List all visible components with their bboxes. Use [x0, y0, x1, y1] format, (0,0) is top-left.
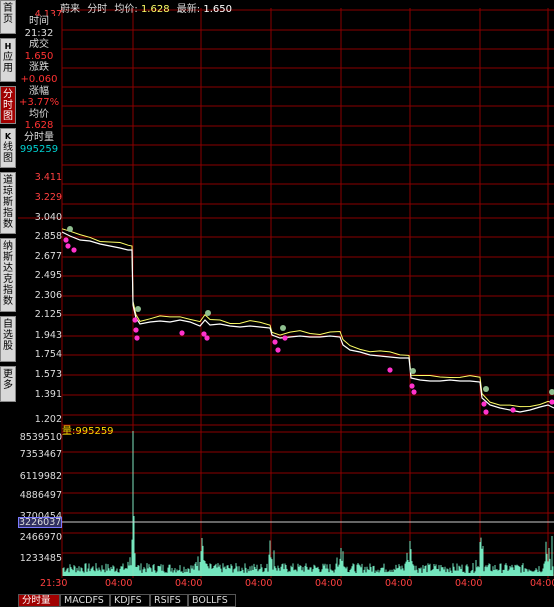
chart-canvas[interactable]: [0, 0, 554, 607]
trade-value: 1.650: [24, 50, 54, 62]
sidebar-item-more[interactable]: 更多: [0, 366, 16, 402]
change-value: +0.060: [20, 73, 58, 85]
volume-label: 分时量: [24, 131, 54, 143]
stock-name: 蔚来: [60, 4, 80, 15]
time-tick: 04:00: [385, 578, 413, 589]
sidebar-item-dow-jones[interactable]: 道琼斯指数: [0, 172, 16, 234]
volume-highlight-value: 3226037: [18, 517, 62, 528]
last-price-value: 1.650: [203, 4, 232, 15]
h-icon: H: [4, 42, 12, 51]
avg-price-value: 1.628: [140, 4, 170, 15]
quote-info-panel: 时间 21:32 成交 1.650 涨跌 +0.060 涨幅 +3.77% 均价…: [19, 16, 60, 156]
sidebar-item-apps[interactable]: H 应用: [0, 38, 16, 82]
avg-label: 均价: [29, 108, 49, 120]
price-tick: 1.943: [34, 330, 62, 341]
price-tick: 1.754: [34, 349, 62, 360]
time-tick: 04:00: [245, 578, 273, 589]
volume-title-value: 995259: [75, 426, 114, 437]
price-tick: 1.202: [34, 414, 62, 425]
pct-label: 涨幅: [29, 85, 49, 97]
price-tick: 2.125: [34, 309, 62, 320]
volume-tick: 4886497: [19, 490, 62, 501]
trade-label: 成交: [29, 39, 49, 51]
volume-value: 995259: [19, 143, 59, 155]
time-tick: 04:00: [530, 578, 554, 589]
sidebar-item-nasdaq[interactable]: 纳斯达克指数: [0, 238, 16, 312]
price-tick: 3.040: [34, 212, 62, 223]
volume-tick: 1233485: [19, 553, 62, 564]
price-tick: 2.858: [34, 231, 62, 242]
time-tick: 04:00: [105, 578, 133, 589]
volume-title: 量:995259: [62, 422, 114, 437]
price-tick: 2.677: [34, 251, 62, 262]
tab-kdj[interactable]: KDJFS: [110, 594, 150, 607]
tab-boll[interactable]: BOLLFS: [188, 594, 236, 607]
avg-value: 1.628: [24, 120, 54, 132]
time-label: 时间: [29, 16, 49, 27]
price-tick-hidden: 3.411: [34, 172, 62, 183]
chart-mode: 分时: [87, 4, 108, 15]
sidebar-item-kline[interactable]: K 线图: [0, 128, 16, 168]
volume-tick: 8539510: [19, 432, 62, 443]
price-tick: 1.573: [34, 369, 62, 380]
volume-tick: 7353467: [19, 449, 62, 460]
time-value: 21:32: [24, 27, 54, 39]
time-tick: 04:00: [455, 578, 483, 589]
price-tick: 1.391: [34, 389, 62, 400]
time-tick: 04:00: [175, 578, 203, 589]
chart-grid: [18, 8, 554, 578]
volume-tick: 2466970: [19, 532, 62, 543]
price-tick-hidden: 3.229: [34, 192, 62, 203]
tab-rsi[interactable]: RSIFS: [150, 594, 188, 607]
volume-title-prefix: 量:: [62, 426, 76, 437]
price-tick: 2.306: [34, 290, 62, 301]
change-label: 涨跌: [29, 62, 49, 74]
time-tick: 04:00: [315, 578, 343, 589]
k-icon: K: [4, 132, 12, 141]
last-price-label: 最新:: [176, 4, 201, 15]
time-tick: 21:30: [40, 578, 68, 589]
volume-tick: 6119982: [19, 471, 62, 482]
sidebar-item-watchlist[interactable]: 自选股: [0, 316, 16, 362]
tab-macd[interactable]: MACDFS: [60, 594, 110, 607]
pct-value: +3.77%: [19, 97, 60, 109]
avg-price-label: 均价:: [114, 4, 138, 15]
price-tick: 2.495: [34, 270, 62, 281]
sidebar-item-intraday[interactable]: 分时图: [0, 86, 16, 124]
sidebar: 首页 H 应用 分时图 K 线图 道琼斯指数 纳斯达克指数 自选股 更多: [0, 0, 17, 607]
tab-volume[interactable]: 分时量: [18, 594, 60, 607]
chart-header: 蔚来 分时 均价: 1.628 最新: 1.650: [60, 0, 236, 15]
sidebar-item-home[interactable]: 首页: [0, 0, 16, 34]
